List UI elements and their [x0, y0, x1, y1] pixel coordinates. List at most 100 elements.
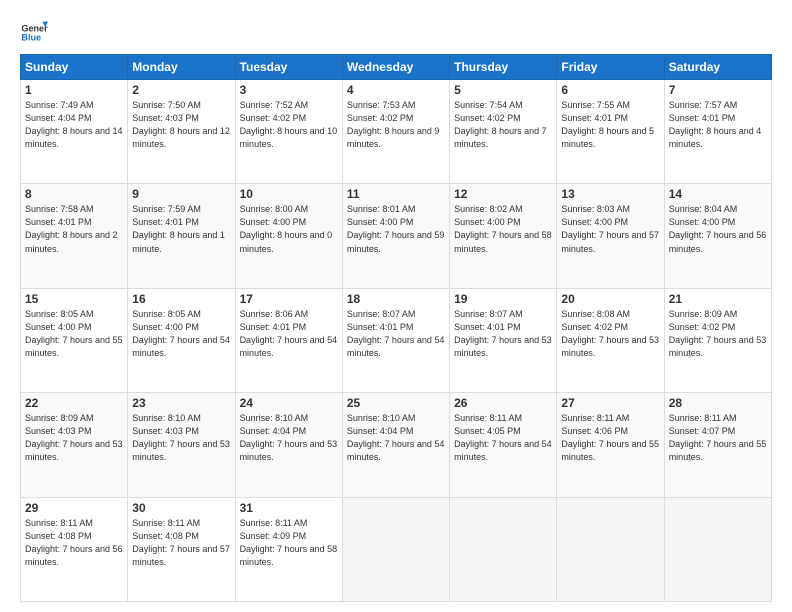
day-info: Sunrise: 8:09 AM Sunset: 4:03 PM Dayligh…	[25, 412, 123, 464]
day-number: 22	[25, 396, 123, 410]
day-info: Sunrise: 7:57 AM Sunset: 4:01 PM Dayligh…	[669, 99, 767, 151]
calendar-cell: 19 Sunrise: 8:07 AM Sunset: 4:01 PM Dayl…	[450, 288, 557, 392]
calendar-cell: 7 Sunrise: 7:57 AM Sunset: 4:01 PM Dayli…	[664, 80, 771, 184]
day-info: Sunrise: 8:10 AM Sunset: 4:04 PM Dayligh…	[347, 412, 445, 464]
day-number: 20	[561, 292, 659, 306]
day-number: 21	[669, 292, 767, 306]
calendar-cell: 23 Sunrise: 8:10 AM Sunset: 4:03 PM Dayl…	[128, 393, 235, 497]
calendar-cell: 17 Sunrise: 8:06 AM Sunset: 4:01 PM Dayl…	[235, 288, 342, 392]
calendar-cell: 5 Sunrise: 7:54 AM Sunset: 4:02 PM Dayli…	[450, 80, 557, 184]
day-info: Sunrise: 8:01 AM Sunset: 4:00 PM Dayligh…	[347, 203, 445, 255]
day-number: 14	[669, 187, 767, 201]
day-number: 15	[25, 292, 123, 306]
day-number: 8	[25, 187, 123, 201]
calendar-cell: 6 Sunrise: 7:55 AM Sunset: 4:01 PM Dayli…	[557, 80, 664, 184]
weekday-header-friday: Friday	[557, 55, 664, 80]
day-number: 31	[240, 501, 338, 515]
calendar-week-row: 8 Sunrise: 7:58 AM Sunset: 4:01 PM Dayli…	[21, 184, 772, 288]
day-info: Sunrise: 8:05 AM Sunset: 4:00 PM Dayligh…	[132, 308, 230, 360]
day-number: 17	[240, 292, 338, 306]
calendar-week-row: 29 Sunrise: 8:11 AM Sunset: 4:08 PM Dayl…	[21, 497, 772, 601]
calendar-cell: 20 Sunrise: 8:08 AM Sunset: 4:02 PM Dayl…	[557, 288, 664, 392]
header: General Blue	[20, 16, 772, 44]
day-info: Sunrise: 7:59 AM Sunset: 4:01 PM Dayligh…	[132, 203, 230, 255]
day-number: 30	[132, 501, 230, 515]
day-info: Sunrise: 8:07 AM Sunset: 4:01 PM Dayligh…	[454, 308, 552, 360]
day-info: Sunrise: 7:55 AM Sunset: 4:01 PM Dayligh…	[561, 99, 659, 151]
calendar-cell: 25 Sunrise: 8:10 AM Sunset: 4:04 PM Dayl…	[342, 393, 449, 497]
day-number: 4	[347, 83, 445, 97]
weekday-header-row: SundayMondayTuesdayWednesdayThursdayFrid…	[21, 55, 772, 80]
day-number: 23	[132, 396, 230, 410]
calendar-cell: 28 Sunrise: 8:11 AM Sunset: 4:07 PM Dayl…	[664, 393, 771, 497]
day-info: Sunrise: 8:11 AM Sunset: 4:05 PM Dayligh…	[454, 412, 552, 464]
day-number: 3	[240, 83, 338, 97]
calendar-cell: 29 Sunrise: 8:11 AM Sunset: 4:08 PM Dayl…	[21, 497, 128, 601]
calendar-cell: 9 Sunrise: 7:59 AM Sunset: 4:01 PM Dayli…	[128, 184, 235, 288]
calendar-cell: 2 Sunrise: 7:50 AM Sunset: 4:03 PM Dayli…	[128, 80, 235, 184]
calendar-cell	[557, 497, 664, 601]
calendar-cell: 16 Sunrise: 8:05 AM Sunset: 4:00 PM Dayl…	[128, 288, 235, 392]
day-info: Sunrise: 7:52 AM Sunset: 4:02 PM Dayligh…	[240, 99, 338, 151]
calendar-cell: 10 Sunrise: 8:00 AM Sunset: 4:00 PM Dayl…	[235, 184, 342, 288]
calendar-cell: 12 Sunrise: 8:02 AM Sunset: 4:00 PM Dayl…	[450, 184, 557, 288]
day-number: 28	[669, 396, 767, 410]
day-number: 9	[132, 187, 230, 201]
day-number: 6	[561, 83, 659, 97]
calendar-cell: 30 Sunrise: 8:11 AM Sunset: 4:08 PM Dayl…	[128, 497, 235, 601]
calendar-cell: 21 Sunrise: 8:09 AM Sunset: 4:02 PM Dayl…	[664, 288, 771, 392]
calendar-cell: 14 Sunrise: 8:04 AM Sunset: 4:00 PM Dayl…	[664, 184, 771, 288]
calendar-cell: 18 Sunrise: 8:07 AM Sunset: 4:01 PM Dayl…	[342, 288, 449, 392]
day-info: Sunrise: 8:11 AM Sunset: 4:07 PM Dayligh…	[669, 412, 767, 464]
day-info: Sunrise: 8:11 AM Sunset: 4:06 PM Dayligh…	[561, 412, 659, 464]
calendar-cell: 26 Sunrise: 8:11 AM Sunset: 4:05 PM Dayl…	[450, 393, 557, 497]
day-number: 29	[25, 501, 123, 515]
day-number: 18	[347, 292, 445, 306]
day-info: Sunrise: 7:49 AM Sunset: 4:04 PM Dayligh…	[25, 99, 123, 151]
calendar-cell: 22 Sunrise: 8:09 AM Sunset: 4:03 PM Dayl…	[21, 393, 128, 497]
calendar-cell: 24 Sunrise: 8:10 AM Sunset: 4:04 PM Dayl…	[235, 393, 342, 497]
day-info: Sunrise: 8:03 AM Sunset: 4:00 PM Dayligh…	[561, 203, 659, 255]
day-info: Sunrise: 8:11 AM Sunset: 4:08 PM Dayligh…	[25, 517, 123, 569]
svg-text:Blue: Blue	[21, 33, 41, 43]
calendar-cell: 4 Sunrise: 7:53 AM Sunset: 4:02 PM Dayli…	[342, 80, 449, 184]
weekday-header-monday: Monday	[128, 55, 235, 80]
calendar-cell: 3 Sunrise: 7:52 AM Sunset: 4:02 PM Dayli…	[235, 80, 342, 184]
day-info: Sunrise: 7:54 AM Sunset: 4:02 PM Dayligh…	[454, 99, 552, 151]
calendar-table: SundayMondayTuesdayWednesdayThursdayFrid…	[20, 54, 772, 602]
day-info: Sunrise: 8:05 AM Sunset: 4:00 PM Dayligh…	[25, 308, 123, 360]
day-info: Sunrise: 7:53 AM Sunset: 4:02 PM Dayligh…	[347, 99, 445, 151]
weekday-header-sunday: Sunday	[21, 55, 128, 80]
day-number: 24	[240, 396, 338, 410]
day-info: Sunrise: 7:58 AM Sunset: 4:01 PM Dayligh…	[25, 203, 123, 255]
day-number: 13	[561, 187, 659, 201]
day-info: Sunrise: 8:06 AM Sunset: 4:01 PM Dayligh…	[240, 308, 338, 360]
day-number: 19	[454, 292, 552, 306]
logo-icon: General Blue	[20, 16, 48, 44]
logo: General Blue	[20, 16, 48, 44]
calendar-cell: 15 Sunrise: 8:05 AM Sunset: 4:00 PM Dayl…	[21, 288, 128, 392]
day-info: Sunrise: 8:09 AM Sunset: 4:02 PM Dayligh…	[669, 308, 767, 360]
calendar-cell: 31 Sunrise: 8:11 AM Sunset: 4:09 PM Dayl…	[235, 497, 342, 601]
day-info: Sunrise: 8:07 AM Sunset: 4:01 PM Dayligh…	[347, 308, 445, 360]
day-number: 5	[454, 83, 552, 97]
weekday-header-thursday: Thursday	[450, 55, 557, 80]
weekday-header-wednesday: Wednesday	[342, 55, 449, 80]
day-number: 1	[25, 83, 123, 97]
day-number: 11	[347, 187, 445, 201]
calendar-cell: 13 Sunrise: 8:03 AM Sunset: 4:00 PM Dayl…	[557, 184, 664, 288]
day-number: 16	[132, 292, 230, 306]
calendar-cell: 8 Sunrise: 7:58 AM Sunset: 4:01 PM Dayli…	[21, 184, 128, 288]
day-number: 27	[561, 396, 659, 410]
day-number: 25	[347, 396, 445, 410]
page: General Blue SundayMondayTuesdayWednesda…	[0, 0, 792, 612]
day-number: 2	[132, 83, 230, 97]
day-info: Sunrise: 8:10 AM Sunset: 4:03 PM Dayligh…	[132, 412, 230, 464]
day-info: Sunrise: 7:50 AM Sunset: 4:03 PM Dayligh…	[132, 99, 230, 151]
day-info: Sunrise: 8:11 AM Sunset: 4:09 PM Dayligh…	[240, 517, 338, 569]
day-number: 26	[454, 396, 552, 410]
calendar-cell	[342, 497, 449, 601]
day-info: Sunrise: 8:10 AM Sunset: 4:04 PM Dayligh…	[240, 412, 338, 464]
calendar-week-row: 22 Sunrise: 8:09 AM Sunset: 4:03 PM Dayl…	[21, 393, 772, 497]
day-info: Sunrise: 8:11 AM Sunset: 4:08 PM Dayligh…	[132, 517, 230, 569]
